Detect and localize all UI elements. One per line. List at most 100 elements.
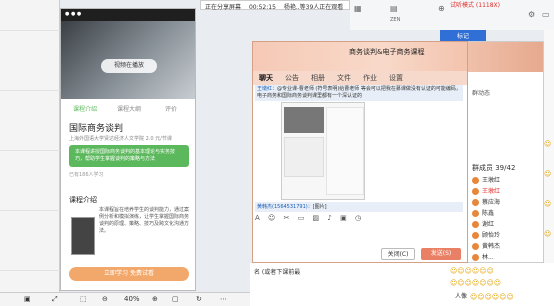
- font-icon[interactable]: A: [255, 214, 260, 222]
- emoji-row: ☺☺☺☺☺☺: [470, 293, 514, 301]
- caption-text: [图片]: [312, 204, 327, 210]
- top-toolbar: ▦ ▤ ZEN ⊕ 试听模式 (1118X) ⚙ ▭: [350, 0, 554, 30]
- rotate-icon[interactable]: ↻: [196, 295, 202, 303]
- course-video[interactable]: 视频在播放: [61, 21, 195, 99]
- member-item[interactable]: 王墩红: [472, 175, 542, 185]
- tab-homework[interactable]: 作业: [363, 73, 377, 83]
- left-canvas: [0, 0, 60, 306]
- share-status-bar: 正在分享屏幕 00:52:15 杨艳..等39人正在观看: [200, 0, 350, 11]
- course-subtitle: 上海外国语大学贤达经济人文学院 2.0 元/节课: [69, 136, 172, 142]
- tab-settings[interactable]: 设置: [389, 73, 403, 83]
- message-sender[interactable]: 王墩红：: [257, 86, 277, 92]
- chat-actions: 关闭(C) 发送(S): [253, 244, 467, 262]
- grid-line: [0, 150, 60, 151]
- tab-chat[interactable]: 聊天: [259, 73, 273, 83]
- image-thumbnail: [284, 137, 324, 177]
- video-play-label[interactable]: 视频在播放: [101, 59, 157, 73]
- folder-icon[interactable]: ▭: [298, 214, 305, 222]
- actual-size-icon[interactable]: ▢: [172, 295, 179, 303]
- image-thumbnail: [326, 107, 364, 195]
- intro-text: 本课程旨在培养学生的谈判能力，通过案例分析和模拟演练，让学生掌握国际商务谈判的原…: [99, 207, 190, 234]
- image-icon[interactable]: ▨: [313, 214, 320, 222]
- group-side-panel: 群动态 群成员 39/42 王墩红 王墩红 蔡应海 陈鑫 谢红 顾怡玲 黄韩杰 …: [468, 41, 544, 263]
- fit-icon[interactable]: ⤢: [52, 295, 58, 304]
- image-thumbnail: [284, 107, 324, 133]
- avatar: [472, 221, 479, 228]
- smiley-icon: ☺: [544, 200, 552, 208]
- chat-messages: 王墩红：@专业课-曹老师 (符号表明)给曹老师 等会可以把我在慕课做没有认证的可…: [253, 85, 467, 255]
- course-title: 国际商务谈判: [69, 124, 124, 134]
- chat-tabs: 聊天 公告 相册 文件 作业 设置: [253, 71, 467, 85]
- grid-line: [0, 210, 60, 211]
- avatar: [472, 254, 479, 261]
- user-label: 人像: [455, 293, 468, 300]
- zoom-in-icon[interactable]: ⊕: [152, 295, 158, 303]
- intro-thumbnail: [71, 217, 95, 255]
- message-text: @专业课-曹老师 (符号表明)给曹老师 等会可以把我在慕课做没有认证的可能编码，…: [257, 86, 461, 99]
- tab-files[interactable]: 文件: [337, 73, 351, 83]
- pin-icon[interactable]: ⊕: [438, 4, 445, 13]
- emoji-row: ☺☺☺☺☺☺☺: [450, 279, 502, 287]
- side-header: [468, 42, 543, 72]
- avatar: [472, 210, 479, 217]
- compose-toolbar: A ☺ ✂ ▭ ▨ ♪ ▣ ◷: [255, 214, 465, 224]
- shared-image[interactable]: [281, 102, 365, 200]
- close-button[interactable]: 关闭(C): [381, 248, 415, 260]
- members-title: 群成员 39/42: [472, 164, 516, 172]
- tab-course-outline[interactable]: 课程大纲: [117, 104, 141, 113]
- group-feed-label[interactable]: 群动态: [472, 88, 490, 97]
- image-caption: 黄韩杰(1564531791)：[图片]: [255, 202, 463, 212]
- tab-album[interactable]: 相册: [311, 73, 325, 83]
- image-icon[interactable]: ▤: [390, 4, 398, 13]
- tab-course-intro[interactable]: 课程介绍: [73, 104, 97, 113]
- member-item[interactable]: 蔡应海: [472, 197, 542, 207]
- trial-badge: 试听模式 (1118X): [450, 2, 500, 9]
- zoom-level: 40%: [124, 295, 140, 303]
- member-item[interactable]: 黄韩杰: [472, 241, 542, 251]
- member-item[interactable]: 谢红: [472, 219, 542, 229]
- study-button[interactable]: 立即学习 免费试看: [69, 267, 189, 281]
- zoom-out-icon[interactable]: ⊖: [102, 295, 108, 303]
- more-icon[interactable]: ⋯: [220, 295, 227, 303]
- chat-header: 商务谈判&电子商务课程: [253, 42, 467, 72]
- member-item[interactable]: 顾怡玲: [472, 230, 542, 240]
- emoji-row: ☺☺☺☺☺☺: [450, 267, 494, 275]
- crop-icon[interactable]: ⬚: [80, 295, 87, 303]
- voice-icon[interactable]: ♪: [327, 214, 331, 222]
- screen-icon[interactable]: ▣: [340, 214, 347, 222]
- viewer-count: 杨艳..等39人正在观看: [283, 4, 344, 11]
- avatar: [472, 243, 479, 250]
- member-item[interactable]: 林...: [472, 252, 542, 262]
- send-button[interactable]: 发送(S): [421, 248, 461, 260]
- lower-area: 名 (或者下课前最 人像 ☺☺☺☺☺☺ ☺☺☺☺☺☺☺ ☺☺☺☺☺☺: [250, 263, 554, 306]
- caption-sender[interactable]: 黄韩杰(1564531791)：: [257, 204, 313, 210]
- history-icon[interactable]: ◷: [355, 214, 361, 222]
- tab-reviews[interactable]: 评价: [165, 104, 177, 113]
- scissors-icon[interactable]: ✂: [284, 214, 290, 222]
- course-highlight: 本课程讲授国际商务谈判的基本理论与实务技巧，帮助学生掌握谈判的策略与方法: [69, 145, 189, 167]
- member-item[interactable]: 陈鑫: [472, 208, 542, 218]
- phone-mirror: ● ● ● 视频在播放 课程介绍 课程大纲 评价 国际商务谈判 上海外国语大学贤…: [60, 8, 196, 291]
- avatar: [472, 232, 479, 239]
- notice-text: 名 (或者下课前最: [254, 269, 301, 276]
- window-icon[interactable]: ▭: [542, 10, 550, 19]
- smiley-icon: ☺: [544, 230, 552, 238]
- message-item: 王墩红：@专业课-曹老师 (符号表明)给曹老师 等会可以把我在慕课做没有认证的可…: [255, 85, 463, 101]
- phone-tabs: 课程介绍 课程大纲 评价: [61, 101, 195, 115]
- bottom-toolbar: ▣ ⤢ ⬚ ⊖ 40% ⊕ ▢ ↻ ⋯: [0, 292, 250, 306]
- grid-icon[interactable]: ▦: [354, 4, 362, 13]
- learner-count: 已有186人学习: [69, 172, 104, 178]
- avatar: [472, 199, 479, 206]
- avatar: [472, 177, 479, 184]
- grid-line: [0, 90, 60, 91]
- grid-line: [0, 30, 60, 31]
- emoji-icon[interactable]: ☺: [268, 214, 275, 222]
- member-item[interactable]: 王墩红: [472, 186, 542, 196]
- save-icon[interactable]: ▣: [24, 295, 31, 303]
- phone-status-bar: ● ● ●: [61, 9, 195, 21]
- avatar: [472, 188, 479, 195]
- group-chat-window: 商务谈判&电子商务课程 聊天 公告 相册 文件 作业 设置 王墩红：@专业课-曹…: [252, 41, 468, 263]
- tab-announcement[interactable]: 公告: [285, 73, 299, 83]
- settings-icon[interactable]: ⚙: [528, 10, 535, 19]
- grid-line: [0, 270, 60, 271]
